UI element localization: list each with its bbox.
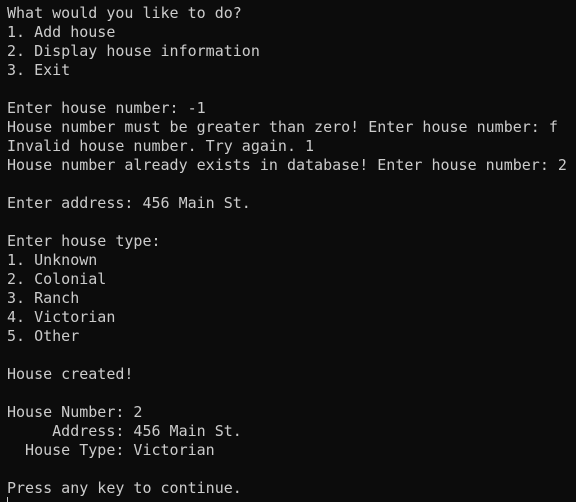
house-type-option-unknown: 1. Unknown <box>7 251 98 269</box>
address-prompt: Enter address: 456 Main St. <box>7 194 251 212</box>
house-number-error-invalid: Invalid house number. Try again. 1 <box>7 137 315 155</box>
house-type-prompt: Enter house type: <box>7 232 161 250</box>
house-number-output: House Number: 2 <box>7 403 143 421</box>
house-number-error-exists: House number already exists in database!… <box>7 156 567 174</box>
house-type-option-other: 5. Other <box>7 327 80 345</box>
house-type-option-victorian: 4. Victorian <box>7 308 116 326</box>
continue-prompt: Press any key to continue. <box>7 479 242 497</box>
menu-option-add-house: 1. Add house <box>7 23 116 41</box>
house-type-option-colonial: 2. Colonial <box>7 270 107 288</box>
console-window[interactable]: What would you like to do? 1. Add house … <box>0 0 576 502</box>
menu-option-exit: 3. Exit <box>7 61 71 79</box>
house-type-option-ranch: 3. Ranch <box>7 289 80 307</box>
house-number-error-zero: House number must be greater than zero! … <box>7 118 558 136</box>
house-number-prompt: Enter house number: -1 <box>7 99 206 117</box>
menu-option-display-house: 2. Display house information <box>7 42 260 60</box>
menu-prompt: What would you like to do? <box>7 4 242 22</box>
text-cursor <box>7 497 8 502</box>
house-created-message: House created! <box>7 365 134 383</box>
house-type-output: House Type: Victorian <box>7 441 215 459</box>
address-output: Address: 456 Main St. <box>7 422 242 440</box>
